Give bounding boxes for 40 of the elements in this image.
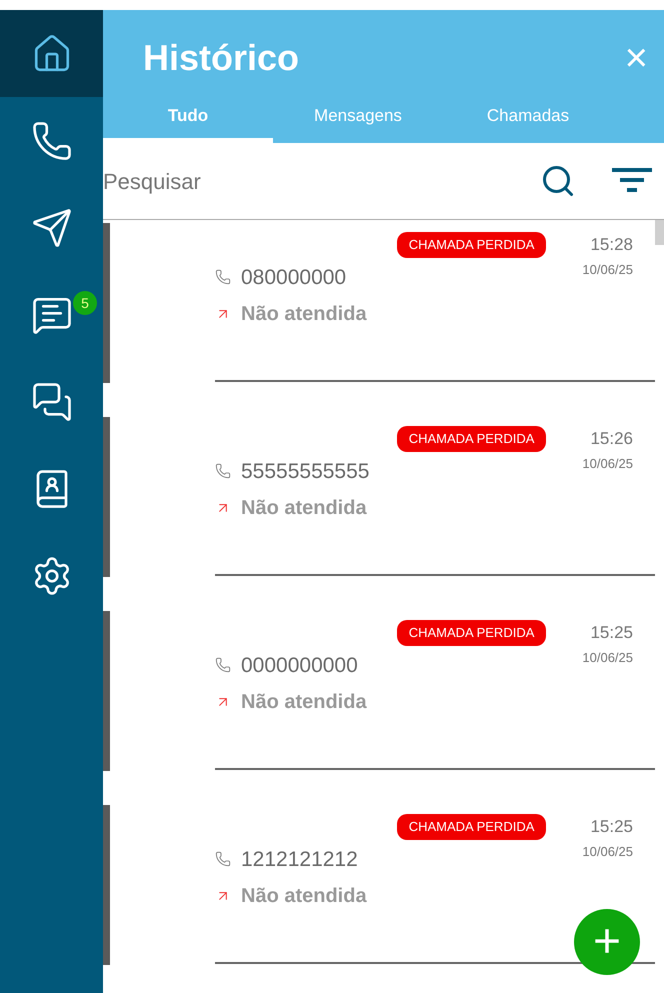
phone-number: 080000000 [241, 264, 346, 290]
phone-icon [215, 851, 231, 868]
call-status: Não atendida [241, 690, 367, 715]
call-time: 15:26 [590, 428, 633, 450]
tab[interactable]: Chamadas [443, 96, 613, 143]
phone-icon [215, 657, 231, 674]
page-title: Histórico [143, 36, 300, 80]
phone-icon [30, 120, 72, 162]
tab[interactable]: Mensagens [273, 96, 443, 143]
call-date: 10/06/25 [582, 842, 633, 860]
missed-call-badge: CHAMADA PERDIDA [396, 620, 546, 646]
sidebar-item[interactable]: 5 [0, 271, 103, 358]
call-date: 10/06/25 [582, 648, 633, 666]
phone-icon [215, 463, 231, 480]
call-time: 15:25 [590, 816, 633, 838]
call-status: Não atendida [241, 496, 367, 521]
sidebar-item[interactable] [0, 10, 103, 97]
tab[interactable]: Tudo [103, 96, 273, 143]
call-date: 10/06/25 [582, 260, 633, 278]
missed-call-badge: CHAMADA PERDIDA [396, 426, 546, 452]
call-status: Não atendida [241, 302, 367, 327]
close-button[interactable]: × [624, 38, 648, 78]
chat-bubbles-icon [30, 380, 72, 422]
filter-icon[interactable] [612, 168, 652, 194]
missed-call-badge: CHAMADA PERDIDA [396, 232, 546, 258]
phone-number: 0000000000 [241, 652, 358, 678]
search-field[interactable]: Pesquisar [103, 164, 540, 198]
phone-icon [215, 269, 231, 286]
search-icon[interactable] [540, 163, 576, 199]
send-icon [30, 206, 72, 248]
call-time: 15:25 [590, 622, 633, 644]
add-button[interactable]: + [574, 909, 640, 975]
missed-call-badge: CHAMADA PERDIDA [396, 814, 546, 840]
phone-number: 1212121212 [241, 846, 358, 872]
call-date: 10/06/25 [582, 454, 633, 472]
phone-number: 55555555555 [241, 458, 370, 484]
call-status: Não atendida [241, 884, 367, 909]
scrollbar-thumb[interactable] [655, 220, 664, 245]
unread-count-badge: 5 [73, 291, 97, 315]
call-time: 15:28 [590, 234, 633, 256]
